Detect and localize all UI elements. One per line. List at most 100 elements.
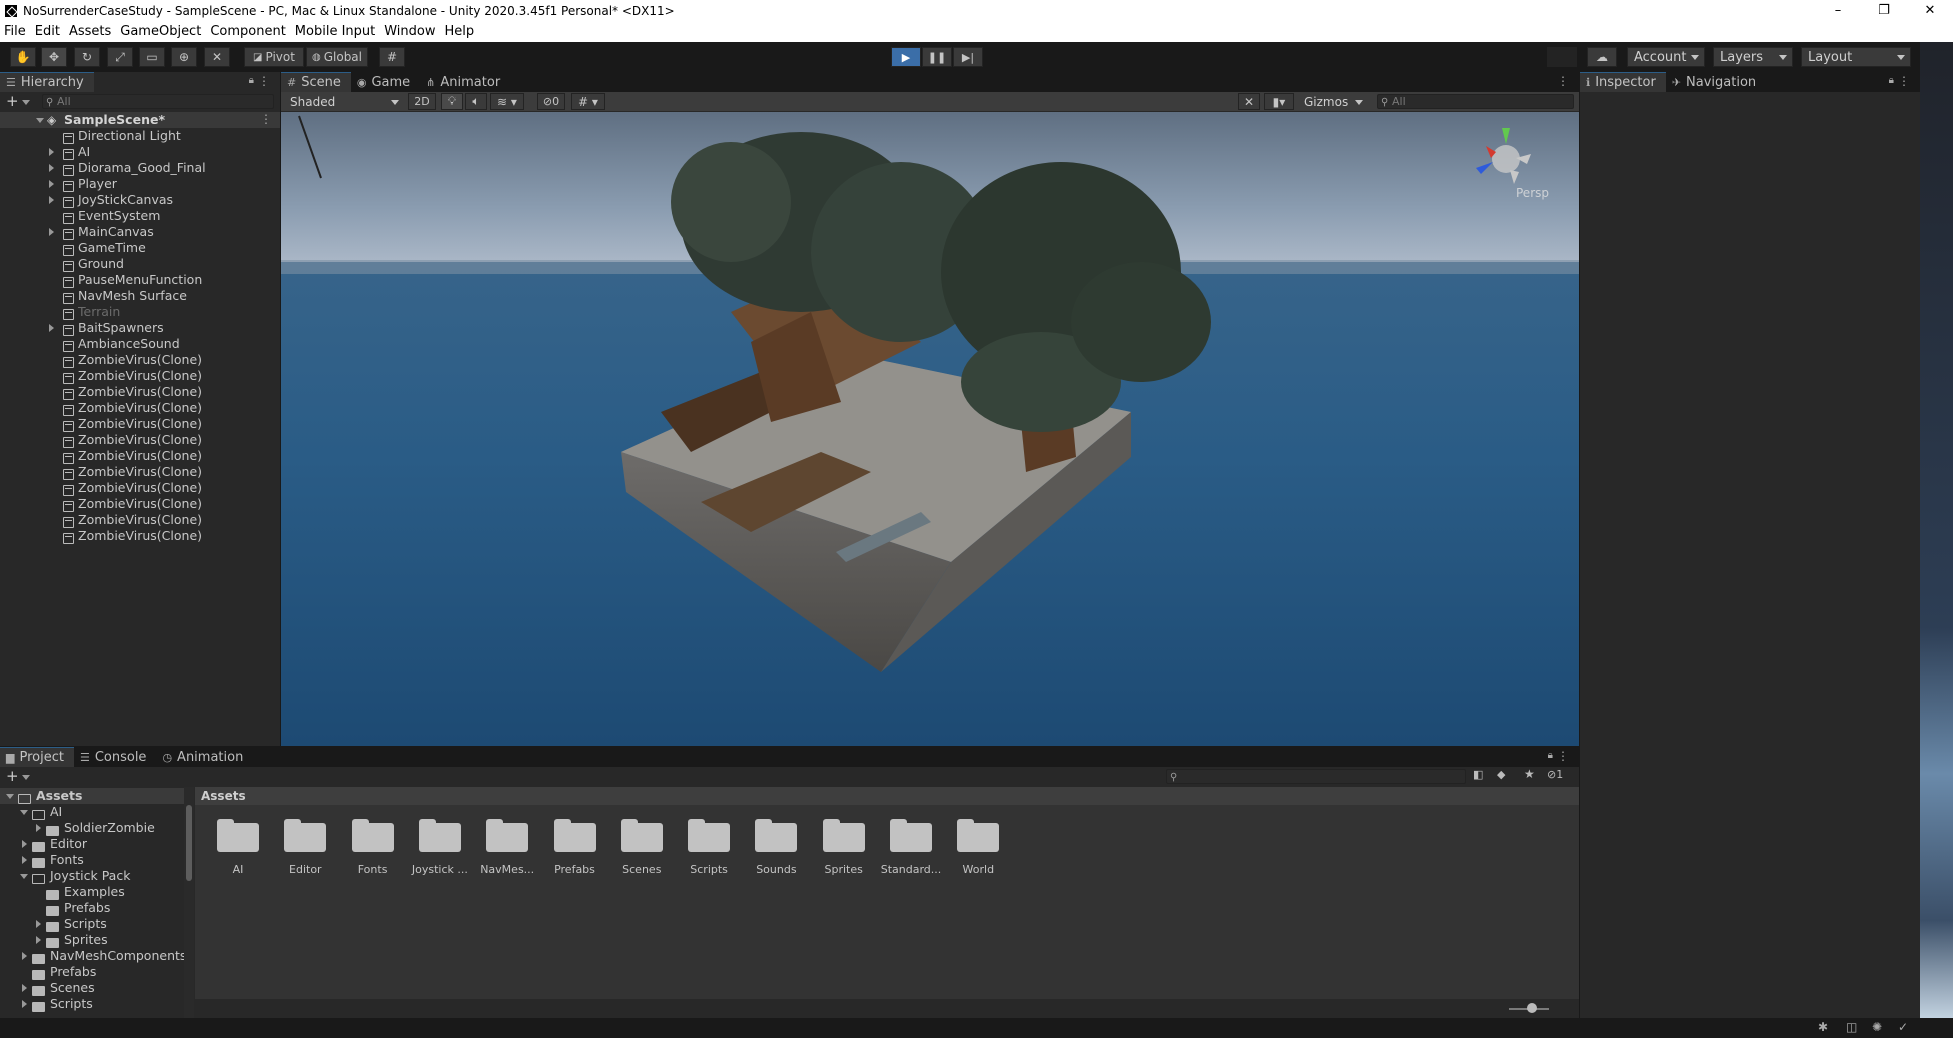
folder-expand-icon[interactable] <box>36 824 41 832</box>
asset-folder[interactable]: Standard... <box>879 817 943 879</box>
tab-hierarchy[interactable]: ☰ Hierarchy <box>0 72 94 92</box>
hierarchy-item[interactable]: PauseMenuFunction <box>0 272 280 288</box>
create-dropdown-icon[interactable] <box>22 100 30 105</box>
hierarchy-item[interactable]: ZombieVirus(Clone) <box>0 496 280 512</box>
hierarchy-item[interactable]: ZombieVirus(Clone) <box>0 432 280 448</box>
create-plus-icon[interactable]: + <box>6 767 19 785</box>
project-tree-folder[interactable]: Prefabs <box>0 900 184 916</box>
lock-icon[interactable]: 🔒︎ <box>249 75 254 86</box>
hierarchy-item[interactable]: Ground <box>0 256 280 272</box>
project-tree-folder[interactable]: Joystick Pack <box>0 868 184 884</box>
hand-tool-icon[interactable]: ✋ <box>10 47 36 67</box>
mode-2d-button[interactable]: 2D <box>408 93 436 110</box>
tab-inspector[interactable]: ℹ Inspector <box>1580 72 1666 92</box>
hierarchy-item[interactable]: ZombieVirus(Clone) <box>0 352 280 368</box>
asset-folder[interactable]: AI <box>206 817 270 879</box>
scene-more-icon[interactable]: ⋮ <box>1557 74 1569 88</box>
folder-expand-icon[interactable] <box>36 920 41 928</box>
project-tree-folder[interactable]: Prefabs <box>0 964 184 980</box>
tree-scrollbar-thumb[interactable] <box>186 805 192 881</box>
pivot-toggle[interactable]: ◪ Pivot <box>244 47 304 67</box>
lock-icon[interactable]: 🔒︎ <box>1889 75 1894 86</box>
project-tree-folder[interactable]: Editor <box>0 836 184 852</box>
hierarchy-item[interactable]: NavMesh Surface <box>0 288 280 304</box>
transform-tool-icon[interactable]: ⊕ <box>171 47 197 67</box>
asset-folder[interactable]: Scripts <box>677 817 741 879</box>
asset-folder[interactable]: Scenes <box>610 817 674 879</box>
tools-icon[interactable]: ✕ <box>1238 93 1260 110</box>
inspector-more-icon[interactable]: ⋮ <box>1898 74 1910 88</box>
hierarchy-item[interactable]: ZombieVirus(Clone) <box>0 400 280 416</box>
project-tree-folder[interactable]: SoldierZombie <box>0 820 184 836</box>
expand-arrow-icon[interactable] <box>49 180 54 188</box>
hierarchy-item[interactable]: Player <box>0 176 280 192</box>
project-tree-folder[interactable]: AI <box>0 804 184 820</box>
hierarchy-item[interactable]: ZombieVirus(Clone) <box>0 464 280 480</box>
maximize-button[interactable]: ❐ <box>1861 0 1907 21</box>
camera-dropdown-icon[interactable]: ▮▾ <box>1264 93 1294 110</box>
folder-expand-icon[interactable] <box>22 952 27 960</box>
collab-button[interactable] <box>1547 47 1577 67</box>
hierarchy-item[interactable]: Terrain <box>0 304 280 320</box>
project-more-icon[interactable]: ⋮ <box>1557 749 1569 763</box>
folder-expand-icon[interactable] <box>22 984 27 992</box>
tab-scene[interactable]: # Scene <box>281 72 351 92</box>
zoom-slider-thumb[interactable] <box>1527 1003 1537 1013</box>
menu-edit[interactable]: Edit <box>31 24 64 39</box>
create-dropdown-icon[interactable] <box>22 775 30 780</box>
hierarchy-item[interactable]: AI <box>0 144 280 160</box>
assets-root-folder[interactable]: Assets <box>0 788 184 804</box>
hierarchy-item[interactable]: ZombieVirus(Clone) <box>0 416 280 432</box>
menu-file[interactable]: File <box>0 24 30 39</box>
asset-folder[interactable]: Joystick ... <box>408 817 472 879</box>
hidden-packages-toggle[interactable]: ⊘1 <box>1547 768 1563 781</box>
tab-navigation[interactable]: ✈ Navigation <box>1665 72 1767 92</box>
expand-arrow-icon[interactable] <box>49 324 54 332</box>
folder-expand-icon[interactable] <box>22 1000 27 1008</box>
hierarchy-item[interactable]: GameTime <box>0 240 280 256</box>
audio-toggle-icon[interactable]: 🔈︎ <box>465 93 487 110</box>
cloud-button[interactable]: ☁ <box>1587 47 1617 67</box>
menu-assets[interactable]: Assets <box>65 24 115 39</box>
project-tree-folder[interactable]: Fonts <box>0 852 184 868</box>
expand-arrow-icon[interactable] <box>49 164 54 172</box>
asset-folder[interactable]: Editor <box>273 817 337 879</box>
project-tree-folder[interactable]: NavMeshComponents-m <box>0 948 184 964</box>
breadcrumb[interactable]: Assets <box>195 787 1579 805</box>
tab-project[interactable]: ▆ Project <box>0 747 74 767</box>
hidden-objects-toggle[interactable]: ⊘ 0 <box>537 93 565 110</box>
hierarchy-item[interactable]: AmbianceSound <box>0 336 280 352</box>
hierarchy-item[interactable]: MainCanvas <box>0 224 280 240</box>
menu-component[interactable]: Component <box>206 24 289 39</box>
create-plus-icon[interactable]: + <box>6 92 19 110</box>
asset-folder[interactable]: Prefabs <box>543 817 607 879</box>
folder-expand-icon[interactable] <box>6 794 14 799</box>
scene-menu-icon[interactable]: ⋮ <box>260 112 272 126</box>
hierarchy-item[interactable]: ZombieVirus(Clone) <box>0 368 280 384</box>
project-tree-folder[interactable]: Scripts <box>0 916 184 932</box>
project-tree-folder[interactable]: Scripts <box>0 996 184 1012</box>
project-tree-folder[interactable]: Examples <box>0 884 184 900</box>
step-button[interactable]: ▶| <box>953 47 983 67</box>
gizmos-dropdown[interactable]: Gizmos <box>1298 93 1368 110</box>
project-search-input[interactable]: ⚲ <box>1166 769 1466 784</box>
hierarchy-item[interactable]: EventSystem <box>0 208 280 224</box>
folder-expand-icon[interactable] <box>22 856 27 864</box>
custom-tool-icon[interactable]: ✕ <box>204 47 230 67</box>
hierarchy-item[interactable]: JoyStickCanvas <box>0 192 280 208</box>
scale-tool-icon[interactable]: ⤢ <box>107 47 133 67</box>
close-button[interactable]: ✕ <box>1907 0 1953 21</box>
tab-game[interactable]: ◉ Game <box>350 72 421 92</box>
grid-snap-icon[interactable]: # <box>379 47 405 67</box>
grid-dropdown-icon[interactable]: # ▾ <box>571 93 605 110</box>
hierarchy-item[interactable]: Diorama_Good_Final <box>0 160 280 176</box>
asset-folder[interactable]: Fonts <box>341 817 405 879</box>
rotate-tool-icon[interactable]: ↻ <box>74 47 100 67</box>
debug-icon[interactable]: ✺ <box>1872 1020 1882 1034</box>
more-options-icon[interactable]: ⋮ <box>258 74 270 88</box>
minimize-button[interactable]: – <box>1815 0 1861 21</box>
tab-animation[interactable]: ◷ Animation <box>156 747 254 767</box>
expand-arrow-icon[interactable] <box>49 196 54 204</box>
hierarchy-item[interactable]: ZombieVirus(Clone) <box>0 528 280 544</box>
scene-viewport[interactable]: Persp <box>281 112 1579 746</box>
